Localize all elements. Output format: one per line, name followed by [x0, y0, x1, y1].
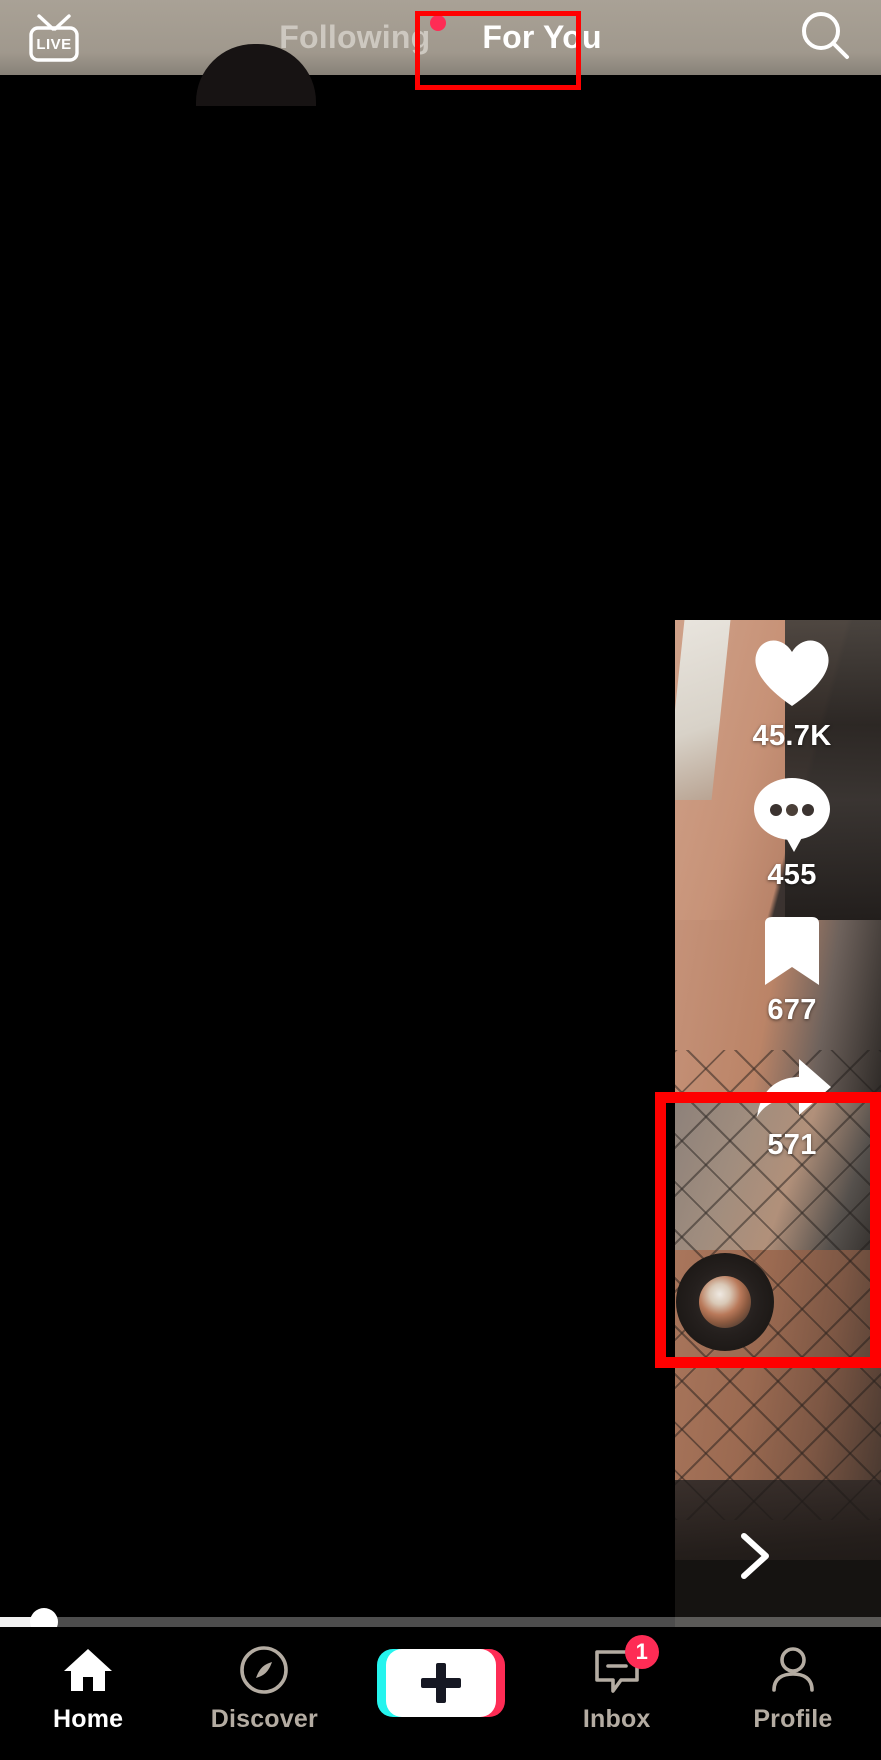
- nav-label-discover: Discover: [210, 1705, 318, 1733]
- home-icon: [62, 1645, 114, 1695]
- like-button[interactable]: 45.7K: [749, 630, 835, 753]
- bottom-navigation: Home Discover 1 Inbox Profile: [0, 1627, 881, 1760]
- comment-bubble-icon: [750, 775, 834, 855]
- inbox-badge: 1: [624, 1635, 659, 1669]
- nav-label-home: Home: [52, 1705, 124, 1733]
- search-button[interactable]: [793, 10, 859, 66]
- nav-item-home[interactable]: Home: [0, 1627, 176, 1734]
- annotation-box-share: [655, 1092, 881, 1368]
- save-button[interactable]: 677: [757, 914, 827, 1027]
- comment-button[interactable]: 455: [750, 775, 834, 892]
- tiktok-app-screen: LIVE Following For You: [0, 0, 881, 1760]
- nav-label-profile: Profile: [753, 1705, 833, 1733]
- comment-count: 455: [767, 859, 817, 891]
- tab-following-label: Following: [279, 19, 431, 55]
- nav-label-inbox: Inbox: [582, 1705, 651, 1733]
- annotation-box-for-you: [415, 11, 581, 90]
- search-icon: [796, 8, 856, 69]
- like-count: 45.7K: [752, 720, 832, 752]
- compass-icon: [239, 1645, 289, 1695]
- chevron-right-icon: [732, 1533, 776, 1586]
- plus-icon: [420, 1663, 461, 1703]
- create-video-button[interactable]: [352, 1627, 528, 1717]
- nav-item-profile[interactable]: Profile: [705, 1627, 881, 1734]
- nav-item-discover[interactable]: Discover: [176, 1627, 352, 1734]
- nav-item-inbox[interactable]: 1 Inbox: [529, 1627, 705, 1734]
- person-icon: [768, 1645, 818, 1695]
- video-progress-bar[interactable]: [0, 1608, 881, 1636]
- heart-icon: [749, 630, 835, 716]
- bookmark-icon: [757, 914, 827, 990]
- save-count: 677: [767, 994, 817, 1026]
- next-video-button[interactable]: [732, 1530, 776, 1582]
